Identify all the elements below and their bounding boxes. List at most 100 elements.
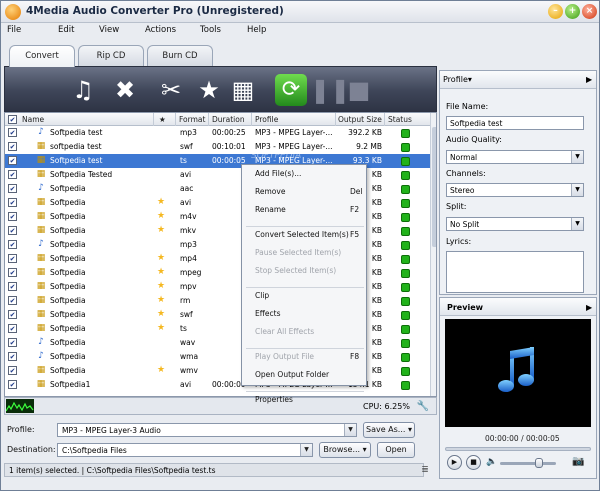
profile-panel-header[interactable]: Profile▾ ▶ [440, 71, 596, 89]
menu-edit[interactable]: Edit [58, 25, 74, 35]
row-checkbox[interactable]: ✔ [8, 198, 17, 207]
column-duration[interactable]: Duration [212, 115, 245, 124]
context-menu-item[interactable]: Open Output Folder [255, 370, 329, 379]
row-checkbox[interactable]: ✔ [8, 254, 17, 263]
menu-help[interactable]: Help [247, 25, 266, 35]
row-checkbox[interactable]: ✔ [8, 366, 17, 375]
video-file-icon: ▦ [36, 169, 46, 179]
row-name: Softpedia [50, 198, 86, 207]
audio-file-icon: ♪ [38, 183, 44, 193]
chevron-right-icon[interactable]: ▶ [586, 303, 592, 312]
status-ready-icon [401, 311, 410, 320]
row-checkbox[interactable]: ✔ [8, 226, 17, 235]
context-menu-item[interactable]: Convert Selected Item(s) [255, 230, 349, 239]
menu-file[interactable]: File [7, 25, 21, 35]
pause-button[interactable]: ❚❚ [310, 74, 350, 106]
column-format[interactable]: Format [179, 115, 205, 124]
effects-button[interactable]: ★ [193, 74, 225, 106]
file-list-scrollbar[interactable] [430, 113, 436, 396]
tab-burn-cd[interactable]: Burn CD [147, 45, 213, 66]
column-name[interactable]: Name [22, 115, 44, 124]
tab-convert[interactable]: Convert [9, 45, 75, 67]
table-row[interactable]: ✔ ▦ softpedia test swf 00:10:01 MP3 - MPEG La… [5, 140, 430, 154]
row-name: Softpedia [50, 282, 86, 291]
profile-select[interactable]: MP3 - MPEG Layer-3 Audio ▼ [57, 423, 357, 437]
clip-button[interactable]: ✂ [155, 74, 187, 106]
audio-file-icon: ♪ [38, 351, 44, 361]
column-star[interactable]: ★ [159, 115, 166, 124]
convert-button[interactable]: ⟳ [275, 74, 307, 106]
row-checkbox[interactable]: ✔ [8, 338, 17, 347]
cpu-usage: CPU: 6.25% [363, 402, 410, 411]
minimize-button[interactable]: – [548, 4, 563, 19]
status-ready-icon [401, 199, 410, 208]
row-checkbox[interactable]: ✔ [8, 240, 17, 249]
audio-quality-select[interactable]: Normal ▼ [446, 150, 584, 164]
snapshot-icon[interactable]: 📷 [572, 456, 584, 467]
context-menu-item[interactable]: Effects [255, 309, 281, 318]
video-file-icon: ▦ [36, 211, 46, 221]
context-menu-item[interactable]: Add File(s)... [255, 169, 301, 178]
volume-slider[interactable] [500, 462, 556, 465]
stop-preview-button[interactable]: ■ [466, 455, 481, 470]
row-format: mp3 [180, 128, 197, 137]
seek-slider[interactable] [445, 447, 591, 451]
menu-tools[interactable]: Tools [200, 25, 221, 35]
context-menu-item[interactable]: Rename [255, 205, 286, 214]
open-button[interactable]: Open [377, 442, 415, 458]
row-checkbox[interactable]: ✔ [8, 212, 17, 221]
context-menu-item[interactable]: Remove [255, 187, 285, 196]
volume-knob[interactable] [535, 458, 543, 468]
menu-actions[interactable]: Actions [145, 25, 176, 35]
row-checkbox[interactable]: ✔ [8, 352, 17, 361]
main-tabs: Convert Rip CD Burn CD [1, 45, 437, 67]
row-checkbox[interactable]: ✔ [8, 268, 17, 277]
chevron-right-icon[interactable]: ▶ [586, 75, 592, 84]
table-row[interactable]: ✔ ♪ Softpedia test mp3 00:00:25 MP3 - MPEG La… [5, 126, 430, 140]
browse-button[interactable]: Browse... ▾ [319, 442, 371, 458]
chevron-down-icon: ▼ [344, 424, 356, 436]
add-segment-button[interactable]: ▦ [227, 74, 259, 106]
context-menu-shortcut: F8 [350, 352, 360, 361]
row-checkbox[interactable]: ✔ [8, 156, 17, 165]
row-checkbox[interactable]: ✔ [8, 128, 17, 137]
select-all-checkbox[interactable]: ✔ [8, 115, 17, 124]
preview-panel: Preview ▶ 00:00:00 / 00:00:05 ▶ ■ 🔈 📷 [439, 297, 597, 479]
split-select[interactable]: No Split ▼ [446, 217, 584, 231]
column-output-size[interactable]: Output Size [338, 115, 382, 124]
row-checkbox[interactable]: ✔ [8, 184, 17, 193]
row-checkbox[interactable]: ✔ [8, 142, 17, 151]
row-checkbox[interactable]: ✔ [8, 380, 17, 389]
scrollbar-thumb[interactable] [432, 127, 436, 247]
wrench-icon[interactable]: 🔧 [416, 400, 430, 413]
play-button[interactable]: ▶ [447, 455, 462, 470]
lyrics-textarea[interactable] [446, 251, 584, 293]
file-list[interactable]: ✔ Name ★ Format Duration Profile Output … [4, 112, 437, 397]
remove-button[interactable]: ✖ [109, 74, 141, 106]
log-list-icon[interactable]: ≣ [419, 464, 431, 476]
column-profile[interactable]: Profile [255, 115, 278, 124]
row-format: mpv [180, 282, 197, 291]
save-as-button[interactable]: Save As... ▾ [363, 422, 415, 438]
menu-view[interactable]: View [99, 25, 119, 35]
row-name: Softpedia [50, 366, 86, 375]
destination-select[interactable]: C:\Softpedia Files ▼ [57, 443, 313, 457]
column-status[interactable]: Status [388, 115, 412, 124]
context-menu-item[interactable]: Properties [255, 395, 293, 404]
row-checkbox[interactable]: ✔ [8, 282, 17, 291]
file-name-input[interactable]: Softpedia test [446, 116, 584, 130]
stop-button[interactable]: ■ [343, 74, 375, 106]
maximize-button[interactable]: + [565, 4, 580, 19]
context-menu-item[interactable]: Clip [255, 291, 269, 300]
row-checkbox[interactable]: ✔ [8, 170, 17, 179]
row-checkbox[interactable]: ✔ [8, 310, 17, 319]
add-file-button[interactable]: ♫ [67, 74, 99, 106]
tab-rip-cd[interactable]: Rip CD [78, 45, 144, 66]
row-name: Softpedia [50, 338, 86, 347]
close-button[interactable]: × [582, 4, 597, 19]
destination-label: Destination: [7, 445, 56, 454]
row-checkbox[interactable]: ✔ [8, 324, 17, 333]
row-checkbox[interactable]: ✔ [8, 296, 17, 305]
chevron-down-icon: ▼ [571, 218, 583, 230]
channels-select[interactable]: Stereo ▼ [446, 183, 584, 197]
